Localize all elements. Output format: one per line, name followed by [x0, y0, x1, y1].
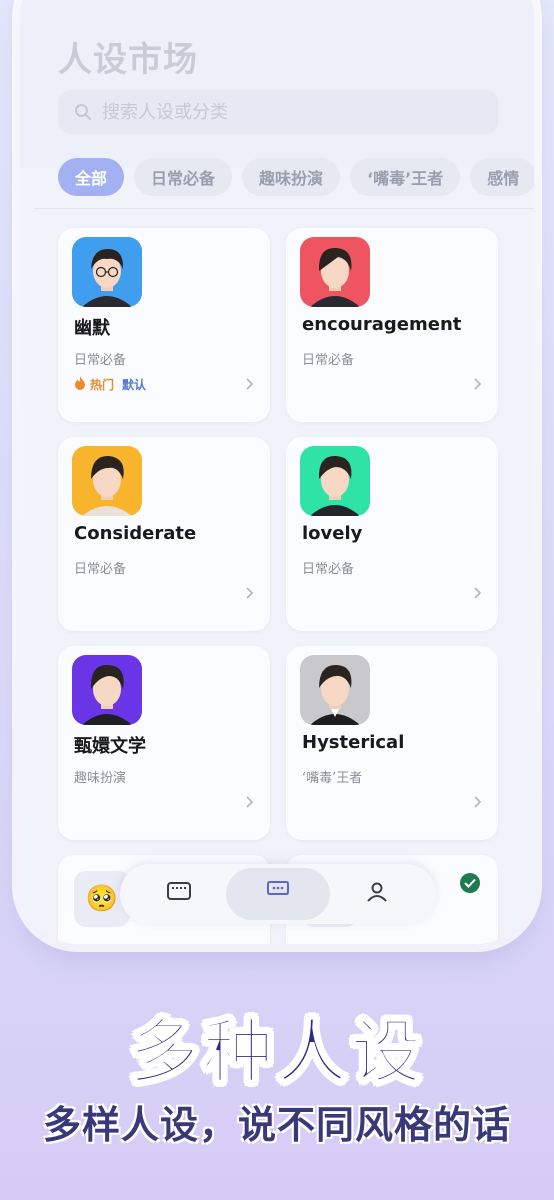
- persona-name: lovely: [302, 523, 363, 544]
- persona-name: encouragement: [302, 314, 462, 335]
- persona-card[interactable]: 幽默 日常必备 热门 默认: [58, 228, 270, 422]
- persona-name: 幽默: [74, 318, 110, 339]
- category-tabs: 全部 日常必备 趣味扮演 ‘嘴毒’王者 感情: [58, 158, 534, 196]
- default-tag: 默认: [122, 378, 147, 392]
- persona-category: 趣味扮演: [74, 771, 127, 786]
- persona-tags: 热门 默认: [74, 376, 146, 393]
- persona-category: 日常必备: [74, 562, 127, 577]
- persona-card[interactable]: Considerate 日常必备: [58, 437, 270, 631]
- phone-frame: 人设市场 全部 日常必备 趣味扮演 ‘嘴毒’王者 感情 幽默 日常必备: [20, 0, 534, 944]
- avatar: [72, 237, 142, 307]
- persona-card[interactable]: Hysterical ‘嘴毒’王者: [286, 646, 498, 840]
- avatar: [72, 446, 142, 516]
- promo-headline: 多种人设: [128, 1010, 425, 1094]
- persona-name: Considerate: [74, 523, 197, 544]
- promo-subline: 多样人设，说不同风格的话: [42, 1103, 511, 1147]
- tab-sharp-tongue[interactable]: ‘嘴毒’王者: [350, 158, 461, 196]
- avatar: [300, 655, 370, 725]
- persona-category: 日常必备: [302, 562, 355, 577]
- hot-tag: 热门: [90, 378, 115, 392]
- app-screen: 人设市场 全部 日常必备 趣味扮演 ‘嘴毒’王者 感情 幽默 日常必备: [20, 0, 534, 944]
- tab-daily[interactable]: 日常必备: [134, 158, 233, 196]
- chat-bubble-icon[interactable]: [265, 880, 291, 902]
- search-input[interactable]: [100, 100, 464, 124]
- header-area: [20, 0, 534, 168]
- tabs-divider: [34, 208, 534, 209]
- bottom-nav: [120, 864, 436, 924]
- check-icon: [460, 873, 480, 893]
- chevron-right-icon: [244, 376, 256, 390]
- chevron-right-icon: [472, 585, 484, 599]
- persona-category: 日常必备: [74, 353, 127, 368]
- persona-category: 日常必备: [302, 353, 355, 368]
- chevron-right-icon: [472, 376, 484, 390]
- avatar: [300, 237, 370, 307]
- tab-emotion[interactable]: 感情: [470, 158, 534, 196]
- person-icon[interactable]: [364, 880, 390, 902]
- page-title: 人设市场: [58, 40, 198, 80]
- search-bar[interactable]: [58, 90, 498, 134]
- keyboard-icon[interactable]: [166, 880, 192, 902]
- avatar: [300, 446, 370, 516]
- search-icon: [66, 90, 100, 134]
- persona-category: ‘嘴毒’王者: [302, 771, 363, 786]
- persona-card[interactable]: 甄嬛文学 趣味扮演: [58, 646, 270, 840]
- persona-card[interactable]: encouragement 日常必备: [286, 228, 498, 422]
- persona-card[interactable]: lovely 日常必备: [286, 437, 498, 631]
- persona-name: 甄嬛文学: [74, 736, 146, 757]
- chevron-right-icon: [244, 794, 256, 808]
- chevron-right-icon: [244, 585, 256, 599]
- fire-icon: [74, 376, 86, 393]
- persona-name: Hysterical: [302, 732, 405, 753]
- chevron-right-icon: [472, 794, 484, 808]
- tab-all[interactable]: 全部: [58, 158, 125, 196]
- avatar: [72, 655, 142, 725]
- tab-roleplay[interactable]: 趣味扮演: [242, 158, 341, 196]
